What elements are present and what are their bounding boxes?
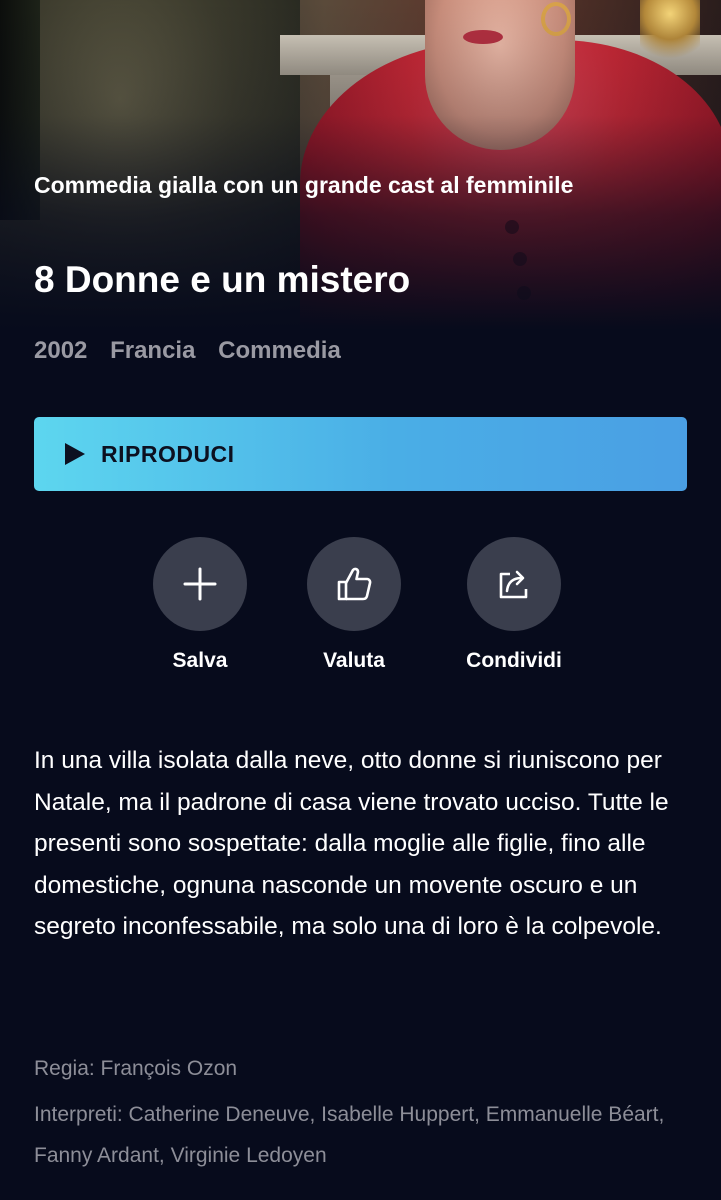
plus-icon [183,567,217,601]
play-icon [65,443,85,465]
play-button[interactable]: RIPRODUCI [34,417,687,491]
hero-subtitle: Commedia gialla con un grande cast al fe… [34,172,574,198]
save-label: Salva [172,649,228,672]
save-action: Salva [120,537,280,673]
page-title: 8 Donne e un mistero [34,259,411,300]
cast-credit: Interpreti: Catherine Deneuve, Isabelle … [34,1103,665,1167]
save-button[interactable] [153,537,247,631]
meta-info: 2002 Francia Commedia [34,335,357,367]
director-credit: Regia: François Ozon [34,1057,238,1080]
share-icon [499,570,528,599]
rate-label: Valuta [323,649,385,672]
share-action: Condividi [434,537,594,673]
meta-genre: Commedia [218,337,341,364]
rate-button[interactable] [307,537,401,631]
share-label: Condividi [466,649,562,672]
play-button-label: RIPRODUCI [101,440,235,467]
share-button[interactable] [467,537,561,631]
rate-action: Valuta [274,537,434,673]
thumbs-up-icon [337,567,372,601]
meta-year: 2002 [34,337,88,364]
meta-country: Francia [110,337,196,364]
synopsis: In una villa isolata dalla neve, otto do… [34,747,669,940]
